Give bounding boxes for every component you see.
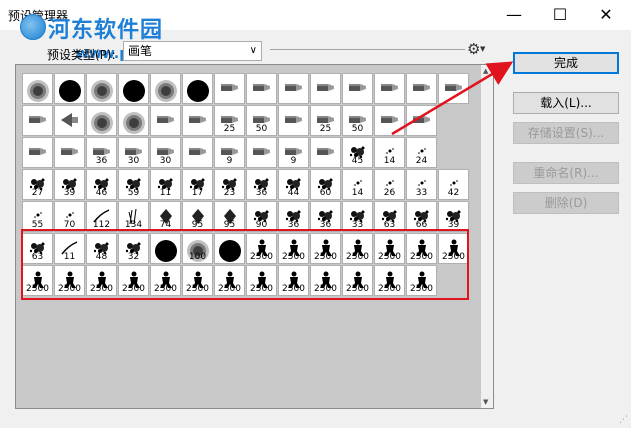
annotation-arrow-icon <box>391 61 514 136</box>
resize-grip-icon[interactable]: ⋰ <box>619 415 628 425</box>
